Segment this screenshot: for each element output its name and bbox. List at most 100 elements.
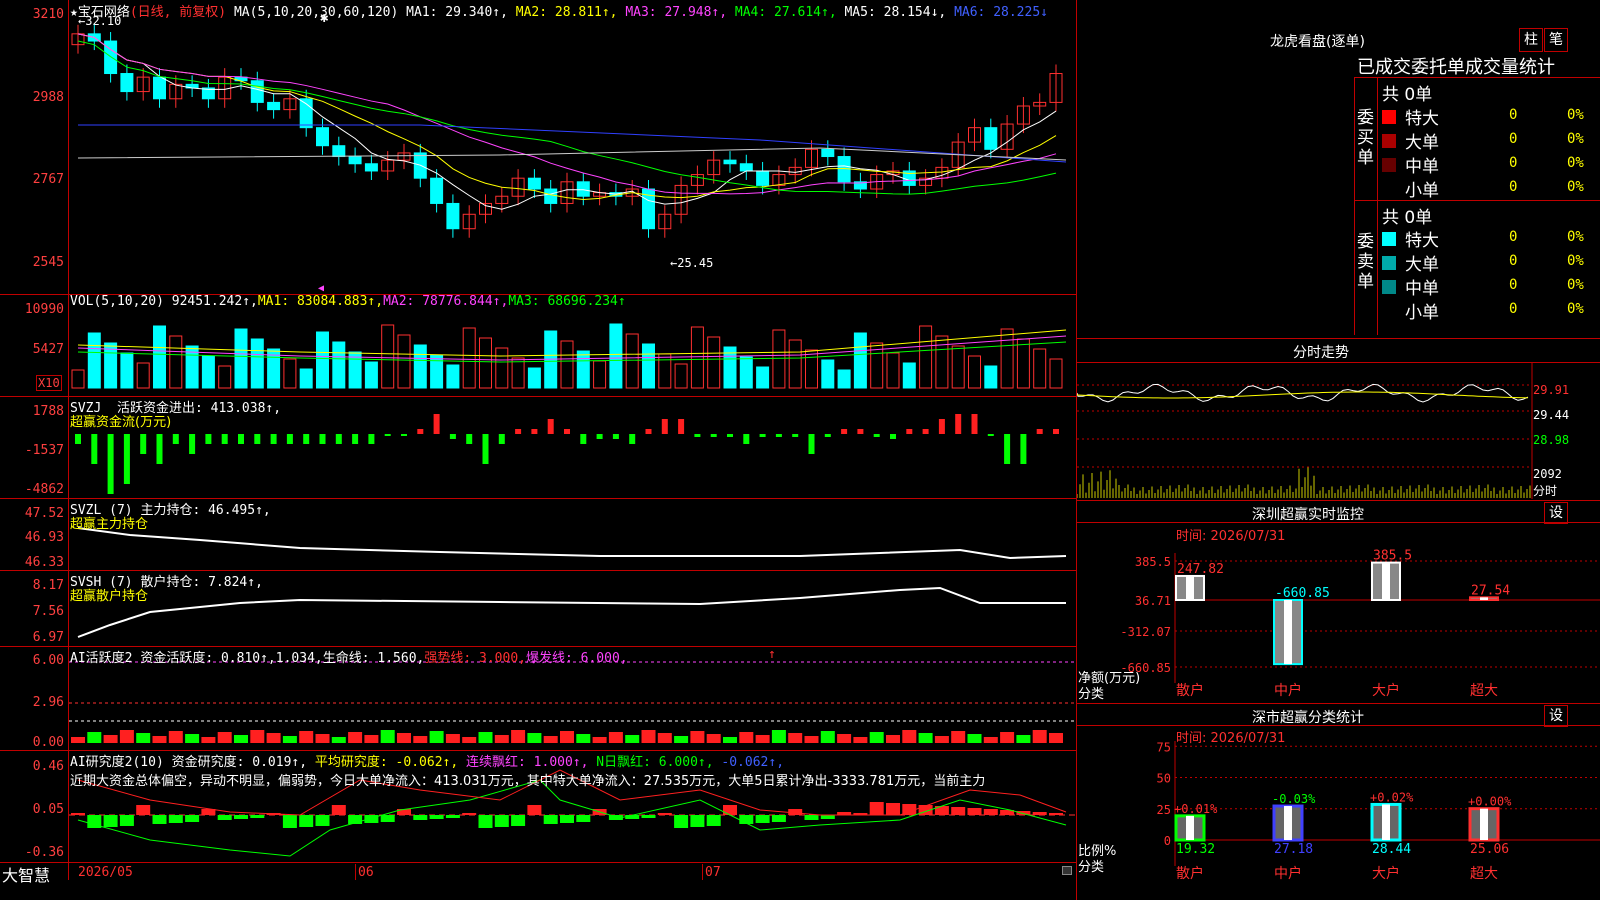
stats-category-label: 散户 bbox=[1176, 865, 1204, 882]
candle-body bbox=[299, 98, 313, 129]
monitor-separator bbox=[1077, 500, 1600, 501]
activity-bar bbox=[348, 732, 363, 743]
kline-chart[interactable]: ✱◀ bbox=[0, 0, 1077, 880]
research-bar bbox=[576, 815, 591, 822]
intraday-chart[interactable] bbox=[1077, 363, 1600, 499]
intraday-vol-unit: 分时 bbox=[1533, 484, 1558, 498]
flow-bar bbox=[433, 414, 440, 434]
research-bar bbox=[380, 815, 395, 822]
vol-header: VOL(5,10,20) 92451.242↑,MA1: 83084.883↑,… bbox=[70, 294, 626, 309]
activity-bar bbox=[315, 734, 330, 743]
volume-bar bbox=[479, 337, 492, 389]
volume-bar bbox=[560, 340, 574, 389]
vol-ma2: MA2: 78776.844↑, bbox=[383, 294, 509, 309]
lock-icon[interactable] bbox=[1062, 866, 1072, 875]
flow-bar bbox=[368, 434, 375, 444]
flow-bar bbox=[759, 434, 766, 437]
flow-bar bbox=[1004, 434, 1011, 464]
candle-body bbox=[446, 202, 460, 230]
activity-bar bbox=[739, 732, 754, 743]
volume-bar bbox=[625, 333, 639, 389]
dragon-tab[interactable]: 已成交委托单成交量统计 bbox=[1357, 53, 1555, 79]
activity-bar bbox=[592, 737, 607, 743]
flow-bar bbox=[727, 434, 733, 437]
research-description: 近期大资金总体偏空，异动不明显，偏弱势，今日大单净流入：413.031万元，其中… bbox=[70, 774, 986, 789]
flow-bar bbox=[792, 434, 799, 437]
volume-bar bbox=[332, 341, 346, 389]
research-bar bbox=[168, 815, 183, 823]
activity-bar bbox=[820, 731, 835, 743]
research-bar bbox=[755, 815, 770, 823]
monitor-value-label: 27.54 bbox=[1471, 583, 1510, 598]
svzj-axis-tick: -1537 bbox=[24, 443, 64, 458]
research-bar bbox=[103, 815, 118, 827]
intraday-axis-tick: 29.91 bbox=[1533, 383, 1570, 397]
svsh-sub: 超赢散户持仓 bbox=[70, 589, 149, 604]
volume-bar bbox=[120, 352, 134, 389]
order-percent: 0% bbox=[1567, 131, 1584, 147]
research-bar bbox=[364, 815, 379, 823]
stats-value-label: 25.06 bbox=[1470, 842, 1509, 857]
order-size-name: 特大 bbox=[1405, 231, 1439, 251]
stats-bar-highlight bbox=[1480, 808, 1488, 840]
research-bar bbox=[771, 815, 786, 822]
stats-category-label: 大户 bbox=[1372, 865, 1400, 882]
research-bar bbox=[445, 815, 460, 818]
research-label: AI研究度2(10) bbox=[70, 755, 164, 770]
activity-bar bbox=[462, 737, 477, 743]
volume-bar bbox=[413, 344, 427, 389]
stats-settings-button[interactable]: 设 bbox=[1544, 705, 1568, 727]
stats-value-label: 27.18 bbox=[1274, 842, 1313, 857]
activity-bar bbox=[217, 732, 232, 743]
volume-bar bbox=[234, 328, 248, 389]
research-axis-tick: 0.46 bbox=[32, 759, 64, 774]
flow-bar bbox=[938, 419, 945, 434]
flow-bar bbox=[906, 429, 913, 434]
flow-bar bbox=[857, 429, 864, 434]
flow-bar bbox=[955, 414, 962, 434]
candle-body bbox=[120, 73, 134, 93]
flow-bar bbox=[678, 419, 685, 434]
research-bar bbox=[543, 815, 558, 824]
bar-view-button[interactable]: 柱 bbox=[1519, 28, 1543, 52]
flow-bar bbox=[91, 434, 98, 464]
research-bar bbox=[1049, 813, 1063, 815]
volume-bar bbox=[381, 324, 395, 389]
flow-bar bbox=[564, 429, 570, 434]
order-color-swatch bbox=[1382, 256, 1396, 270]
candle-body bbox=[544, 188, 558, 204]
ai2-arrow: ↑ bbox=[768, 647, 776, 662]
svsh-line bbox=[77, 586, 1066, 638]
activity-bar bbox=[87, 732, 102, 743]
activity-bar bbox=[886, 735, 900, 743]
flow-bar bbox=[841, 429, 848, 434]
svzj-axis-tick: 1788 bbox=[32, 404, 64, 419]
flow-bar bbox=[482, 434, 489, 464]
pen-view-button[interactable]: 笔 bbox=[1544, 28, 1568, 52]
marker-triangle: ◀ bbox=[318, 283, 324, 294]
volume-bar bbox=[593, 360, 607, 389]
research-t2: 平均研究度: -0.062↑, bbox=[314, 755, 459, 770]
ai2-axis-tick: 0.00 bbox=[32, 735, 64, 750]
research-bar bbox=[282, 815, 297, 828]
volume-bar bbox=[136, 362, 150, 389]
monitor-settings-button[interactable]: 设 bbox=[1544, 502, 1568, 524]
flow-bar bbox=[661, 419, 668, 434]
volume-bar bbox=[968, 355, 981, 389]
volume-bar bbox=[283, 358, 297, 389]
stats-axis-tick: 75 bbox=[1157, 740, 1171, 754]
date-tick: 06 bbox=[358, 865, 374, 880]
activity-bar bbox=[136, 733, 151, 743]
flow-bar bbox=[466, 434, 473, 444]
order-percent: 0% bbox=[1567, 229, 1584, 245]
order-color-swatch bbox=[1382, 158, 1396, 172]
order-color-swatch bbox=[1382, 280, 1396, 294]
activity-bar bbox=[250, 730, 265, 743]
intraday-avg-line bbox=[1077, 391, 1529, 399]
chart-area[interactable]: ★宝石网络(日线, 前复权) MA(5,10,20,30,60,120) MA1… bbox=[0, 0, 1077, 900]
monitor-category-label: 超大 bbox=[1470, 683, 1498, 699]
activity-bar bbox=[543, 736, 558, 743]
research-bar bbox=[429, 815, 444, 819]
order-color-swatch bbox=[1382, 182, 1396, 196]
research-bar bbox=[478, 815, 493, 828]
